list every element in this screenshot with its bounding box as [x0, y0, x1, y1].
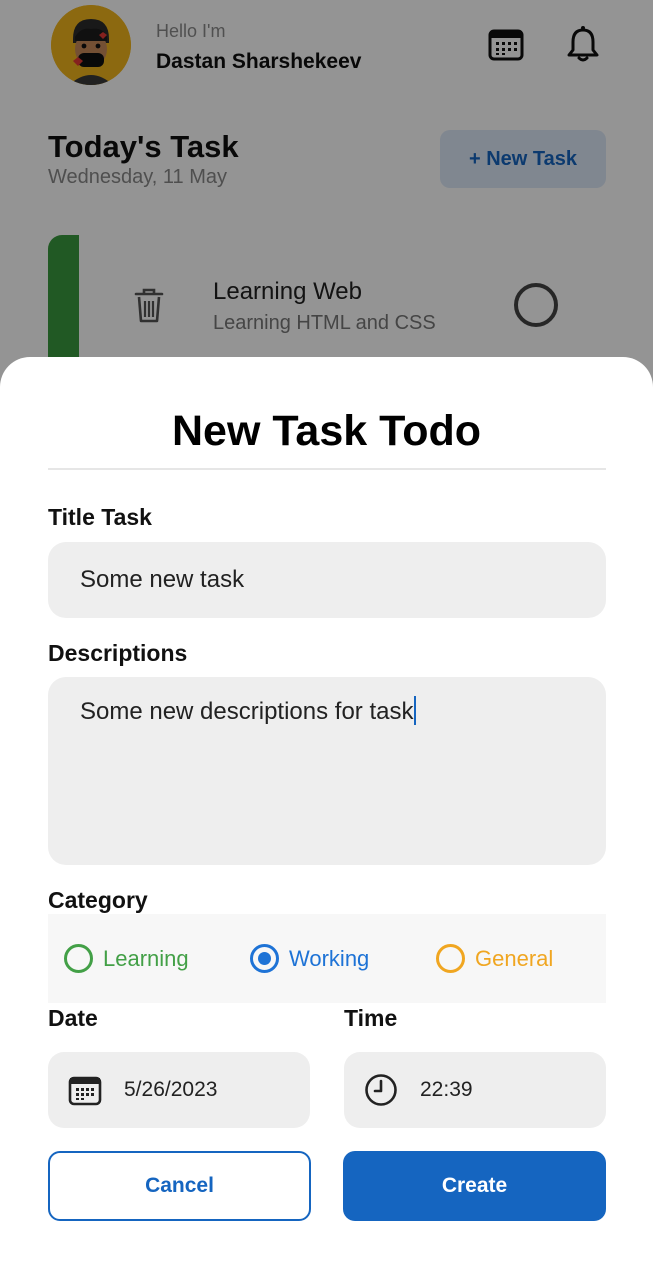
- descriptions-label: Descriptions: [48, 640, 188, 666]
- new-task-sheet: New Task Todo Title Task Some new task D…: [0, 357, 653, 1280]
- radio-checked-icon: [250, 944, 279, 973]
- radio-general[interactable]: General: [436, 944, 553, 973]
- date-label: Date: [48, 1005, 98, 1031]
- radio-general-label: General: [475, 945, 554, 971]
- radio-working[interactable]: Working: [250, 944, 369, 973]
- divider: [48, 468, 606, 470]
- create-button[interactable]: Create: [343, 1151, 606, 1221]
- radio-learning-label: Learning: [103, 945, 189, 971]
- time-value: 22:39: [420, 1078, 473, 1101]
- title-input-value: Some new task: [80, 566, 245, 593]
- time-label: Time: [344, 1005, 398, 1031]
- screen: Hello I'm Dastan Sharshekeev Today's Tas…: [0, 0, 653, 1280]
- date-picker[interactable]: 5/26/2023: [48, 1052, 310, 1128]
- category-radio-group: Learning Working General: [48, 914, 606, 1003]
- category-label: Category: [48, 887, 148, 913]
- calendar-icon: [68, 1076, 102, 1106]
- date-value: 5/26/2023: [124, 1078, 218, 1101]
- radio-unchecked-icon: [436, 944, 465, 973]
- radio-learning[interactable]: Learning: [64, 944, 189, 973]
- descriptions-input-value: Some new descriptions for task: [80, 698, 414, 725]
- text-caret: [414, 696, 417, 725]
- descriptions-input[interactable]: Some new descriptions for task: [48, 677, 606, 865]
- cancel-button[interactable]: Cancel: [48, 1151, 311, 1221]
- sheet-title: New Task Todo: [172, 407, 481, 455]
- title-label: Title Task: [48, 504, 152, 530]
- radio-unchecked-icon: [64, 944, 93, 973]
- radio-working-label: Working: [289, 945, 370, 971]
- clock-icon: [365, 1074, 397, 1106]
- time-picker[interactable]: 22:39: [344, 1052, 606, 1128]
- title-input[interactable]: Some new task: [48, 542, 606, 618]
